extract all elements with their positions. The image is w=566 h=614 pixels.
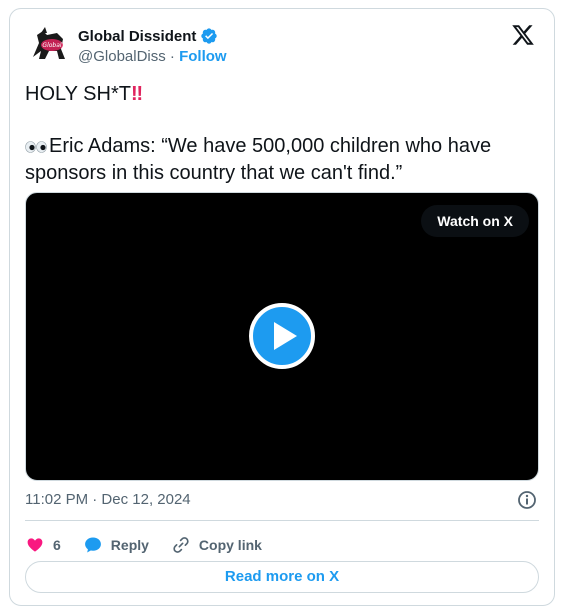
tweet-header: Global Global Dissident @GlobalDiss · Fo…: [25, 21, 539, 69]
svg-text:Global: Global: [42, 42, 61, 49]
tweet-line-1: HOLY SH*T‼: [25, 81, 525, 107]
reply-button[interactable]: Reply: [83, 535, 149, 555]
handle-separator: ·: [165, 48, 180, 65]
info-icon[interactable]: [517, 490, 537, 510]
divider: [25, 520, 539, 521]
tweet-text: HOLY SH*T‼ Eric Adams: “We have 500,000 …: [25, 81, 525, 186]
heart-icon: [27, 538, 43, 552]
video-player[interactable]: Watch on X: [25, 192, 539, 481]
reply-bubble-icon: [84, 537, 101, 553]
horse-logo-icon: Global: [25, 21, 73, 69]
author-block: Global Dissident @GlobalDiss · Follow: [78, 27, 227, 66]
play-icon: [274, 322, 297, 350]
like-count: 6: [53, 537, 61, 553]
timestamp[interactable]: 11:02 PM · Dec 12, 2024: [25, 491, 191, 508]
tweet-line-2: Eric Adams: “We have 500,000 children wh…: [25, 133, 525, 186]
copy-link-button[interactable]: Copy link: [171, 535, 262, 555]
watch-on-x-button[interactable]: Watch on X: [421, 205, 529, 237]
action-bar: 6 Reply Copy link: [25, 529, 284, 561]
copy-link-label: Copy link: [198, 537, 262, 553]
tweet-meta: 11:02 PM · Dec 12, 2024: [25, 491, 539, 511]
like-button[interactable]: 6: [25, 535, 61, 555]
reply-label: Reply: [110, 537, 149, 553]
tweet-line-1-text: HOLY SH*T: [25, 83, 131, 105]
x-logo-icon[interactable]: [511, 23, 535, 47]
handle[interactable]: @GlobalDiss: [78, 48, 166, 65]
avatar[interactable]: Global: [25, 21, 73, 69]
read-more-button[interactable]: Read more on X: [25, 561, 539, 593]
eyes-emoji: [25, 134, 49, 160]
link-icon: [173, 537, 189, 553]
display-name[interactable]: Global Dissident: [78, 28, 196, 45]
tweet-card: Global Global Dissident @GlobalDiss · Fo…: [9, 8, 555, 606]
tweet-line-2-text: Eric Adams: “We have 500,000 children wh…: [25, 135, 492, 184]
double-exclamation-emoji: ‼: [130, 83, 143, 105]
follow-link[interactable]: Follow: [179, 48, 227, 65]
play-button[interactable]: [249, 303, 315, 369]
verified-badge-icon: [200, 27, 218, 45]
